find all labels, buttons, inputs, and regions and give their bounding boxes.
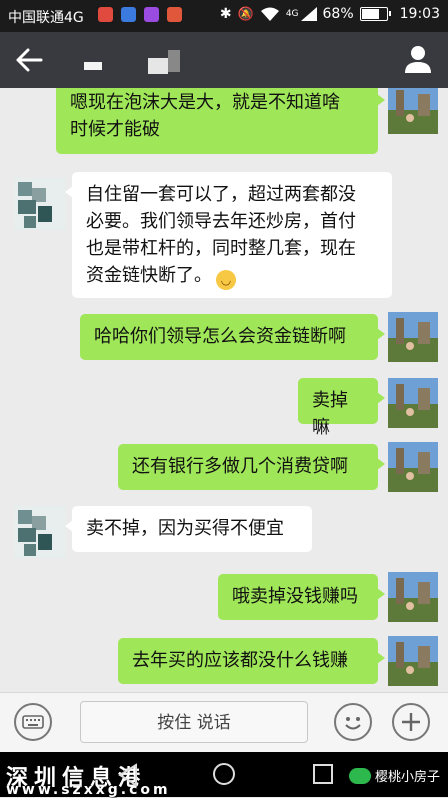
network-label: 4G	[285, 9, 299, 19]
message-bubble-received[interactable]: 自住留一套可以了，超过两套都没 必要。我们领导去年还炒房，首付 也是带杠杆的，同…	[65, 172, 392, 298]
signal-icon	[300, 7, 317, 21]
watermark-url: www.szxxg.com	[6, 782, 171, 798]
battery-icon	[359, 7, 391, 21]
chat-name-redacted	[84, 62, 102, 70]
chat-title-bar	[0, 32, 448, 88]
message-bubble-sent[interactable]: 哈哈你们领导怎么会资金链断啊	[80, 314, 385, 360]
message-bubble-sent[interactable]: 卖掉嘛	[298, 378, 385, 438]
my-avatar[interactable]	[388, 88, 438, 134]
notification-icon	[144, 7, 159, 22]
hold-to-talk-button[interactable]: 按住 说话	[80, 701, 308, 743]
chat-message-list[interactable]: 嗯现在泡沫大是大，就是不知道啥 时候才能破 自住留一套可以了，超过两套都没 必要…	[0, 88, 448, 692]
bluetooth-icon: ✱	[219, 6, 232, 22]
my-avatar[interactable]	[388, 442, 438, 492]
clock: 19:03	[399, 6, 440, 22]
chat-name-redacted	[148, 58, 168, 74]
input-bar: 按住 说话	[0, 692, 448, 753]
plus-icon[interactable]	[392, 703, 430, 741]
my-avatar[interactable]	[388, 636, 438, 686]
back-arrow-icon[interactable]	[14, 46, 44, 74]
contact-avatar[interactable]	[14, 178, 66, 230]
message-bubble-sent[interactable]: 哦卖掉没钱赚吗	[218, 574, 385, 620]
watermark-right: 樱桃小房子	[348, 766, 440, 785]
wifi-icon	[260, 7, 279, 21]
chat-name-redacted	[168, 50, 180, 72]
keyboard-icon[interactable]	[14, 703, 52, 741]
message-bubble-sent[interactable]: 嗯现在泡沫大是大，就是不知道啥 时候才能破	[56, 88, 385, 154]
notification-icon	[167, 7, 182, 22]
message-bubble-sent[interactable]: 还有银行多做几个消费贷啊	[118, 444, 385, 490]
circle-home-icon[interactable]	[211, 761, 237, 787]
wechat-logo-icon	[348, 767, 371, 784]
status-bar: 中国联通4G ✱ 🔕 4G 68% 19:03	[0, 0, 448, 32]
person-icon[interactable]	[404, 44, 432, 74]
square-recent-icon[interactable]	[312, 763, 334, 785]
notification-icon	[121, 7, 136, 22]
message-bubble-received[interactable]: 卖不掉，因为买得不便宜	[65, 506, 312, 552]
my-avatar[interactable]	[388, 312, 438, 362]
my-avatar[interactable]	[388, 572, 438, 622]
notification-icon	[98, 7, 113, 22]
battery-percent: 68%	[322, 6, 354, 22]
mute-icon: 🔕	[237, 6, 254, 22]
smiley-emoji-icon: ◡	[216, 270, 236, 290]
contact-avatar[interactable]	[14, 506, 66, 558]
carrier-label: 中国联通4G	[8, 10, 84, 26]
smiley-icon[interactable]	[334, 703, 372, 741]
message-bubble-sent[interactable]: 去年买的应该都没什么钱赚	[118, 638, 385, 684]
my-avatar[interactable]	[388, 378, 438, 428]
